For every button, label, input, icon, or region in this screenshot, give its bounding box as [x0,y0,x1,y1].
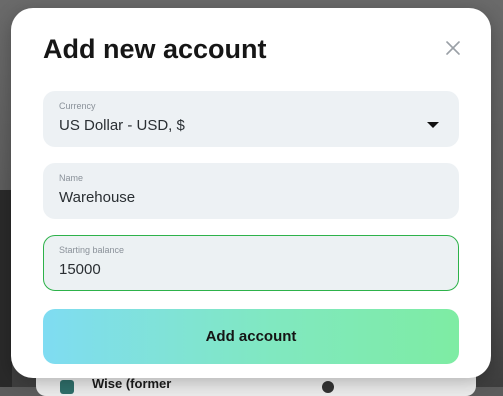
name-label: Name [59,173,84,183]
currency-label: Currency [59,101,96,111]
background-card-label: Wise (former [92,376,172,391]
chevron-down-icon[interactable] [427,122,439,128]
starting-balance-field[interactable]: Starting balance 15000 [43,235,459,291]
bank-logo-icon [60,380,74,394]
modal-title: Add new account [43,34,267,64]
name-value: Warehouse [59,189,136,206]
add-account-button[interactable]: Add account [43,309,459,364]
add-account-modal: Add new account Currency US Dollar - USD… [11,8,491,378]
background-card-avatar [322,381,334,393]
currency-select[interactable]: Currency US Dollar - USD, $ [43,91,459,147]
currency-value: US Dollar - USD, $ [59,117,185,134]
close-button[interactable] [441,36,465,60]
starting-balance-label: Starting balance [59,245,125,255]
starting-balance-value: 15000 [59,261,101,278]
name-field[interactable]: Name Warehouse [43,163,459,219]
close-icon [446,41,460,55]
